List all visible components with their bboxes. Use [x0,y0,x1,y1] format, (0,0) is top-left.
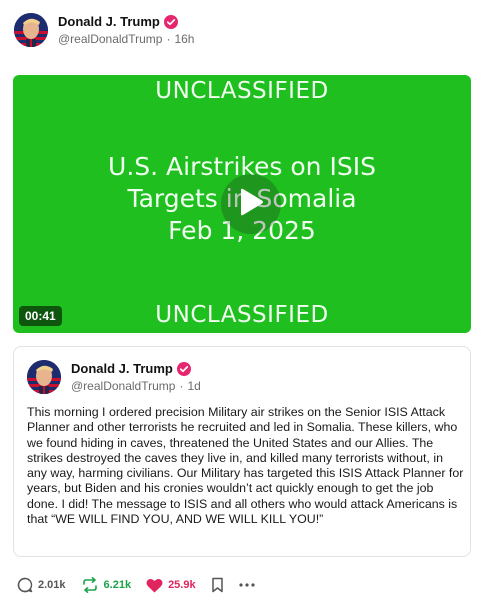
video-bottom-label: UNCLASSIFIED [155,302,329,328]
retruth-icon [81,577,99,593]
quoted-author-avatar[interactable] [27,360,61,394]
meta-separator: · [179,379,184,393]
author-info: Donald J. Trump @realDonaldTrump · 16h [58,14,194,46]
quoted-post-text: This morning I ordered precision Militar… [27,405,464,527]
reply-count: 2.01k [38,579,66,591]
quoted-post-header: Donald J. Trump @realDonaldTrump · 1d [27,360,201,394]
author-handle[interactable]: @realDonaldTrump [58,32,162,46]
more-icon [238,583,255,587]
like-button[interactable]: 25.9k [146,578,196,593]
author-name[interactable]: Donald J. Trump [58,14,160,29]
play-icon [238,188,264,221]
reply-button[interactable]: 2.01k [17,577,66,593]
action-bar: 2.01k 6.21k 25.9k [17,575,270,595]
quoted-post[interactable]: Donald J. Trump @realDonaldTrump · 1d Th… [13,346,471,557]
video-top-label: UNCLASSIFIED [155,78,329,104]
like-count: 25.9k [168,579,196,591]
post-header: Donald J. Trump @realDonaldTrump · 16h [14,12,194,48]
post-time[interactable]: 16h [174,32,194,46]
reply-icon [17,577,33,593]
author-avatar[interactable] [14,13,48,47]
video-duration: 00:41 [19,306,62,326]
verified-badge-icon [163,14,178,29]
meta-separator: · [166,32,171,46]
video-player[interactable]: UNCLASSIFIED U.S. Airstrikes on ISIS Tar… [13,75,471,333]
verified-badge-icon [176,361,191,376]
retruth-button[interactable]: 6.21k [81,577,132,593]
retruth-count: 6.21k [103,579,132,591]
more-button[interactable] [238,583,255,587]
bookmark-button[interactable] [211,577,224,593]
play-button[interactable] [221,174,281,234]
like-icon [146,578,163,593]
quoted-author-name[interactable]: Donald J. Trump [71,361,173,376]
quoted-author-info: Donald J. Trump @realDonaldTrump · 1d [71,361,201,393]
bookmark-icon [211,577,224,593]
quoted-author-handle[interactable]: @realDonaldTrump [71,379,175,393]
quoted-post-time[interactable]: 1d [187,379,200,393]
